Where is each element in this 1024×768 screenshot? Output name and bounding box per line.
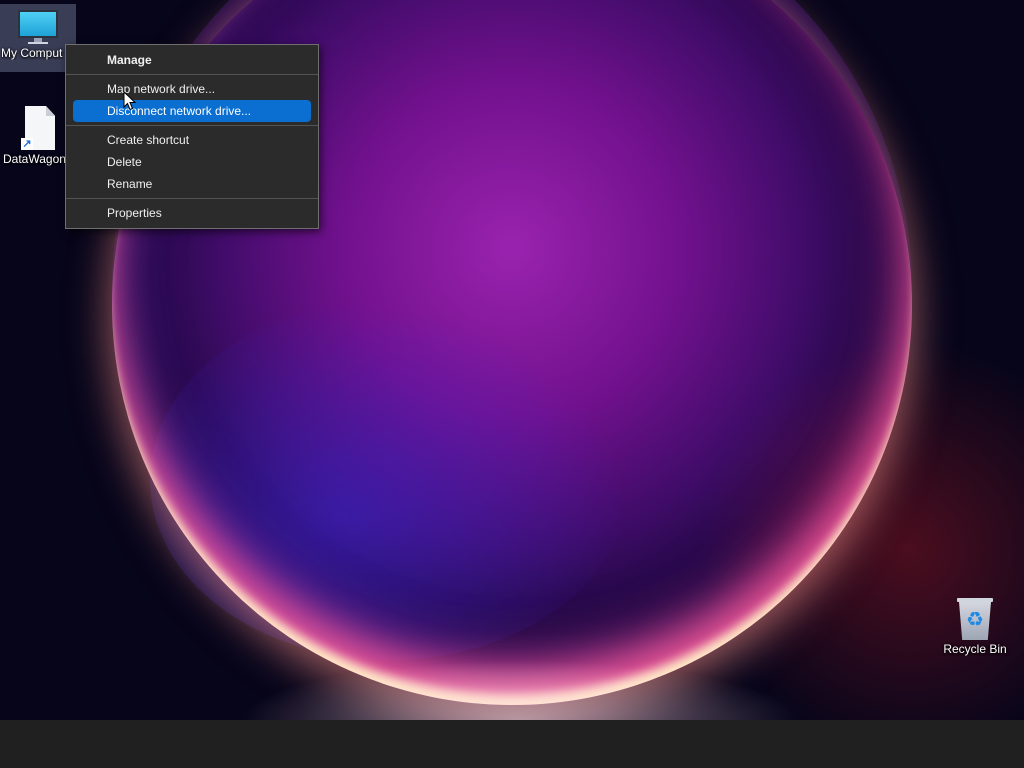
menu-item-delete[interactable]: Delete	[73, 151, 311, 173]
context-menu: Manage Map network drive... Disconnect n…	[65, 44, 319, 229]
menu-separator	[66, 198, 318, 199]
mouse-cursor-icon	[123, 91, 137, 111]
menu-separator	[66, 74, 318, 75]
recycle-bin-icon: ♻	[957, 598, 993, 640]
wallpaper-bottom-glow	[240, 660, 800, 720]
menu-item-disconnect-network-drive[interactable]: Disconnect network drive...	[73, 100, 311, 122]
menu-item-map-network-drive[interactable]: Map network drive...	[73, 78, 311, 100]
shortcut-file-icon: ↗	[21, 106, 55, 150]
shortcut-arrow-icon: ↗	[21, 138, 33, 150]
computer-monitor-icon	[18, 10, 58, 44]
desktop-icon-recycle-bin[interactable]: ♻ Recycle Bin	[937, 596, 1013, 664]
desktop-icon-label: Recycle Bin	[943, 642, 1007, 656]
desktop-icon-label: My Comput	[1, 46, 63, 60]
desktop-icon-label: DataWagon	[3, 152, 66, 166]
menu-item-create-shortcut[interactable]: Create shortcut	[73, 129, 311, 151]
menu-item-properties[interactable]: Properties	[73, 202, 311, 224]
menu-item-rename[interactable]: Rename	[73, 173, 311, 195]
desktop[interactable]: My Comput ↗ DataWagon ♻ Recycle Bin Mana…	[0, 0, 1024, 720]
taskbar[interactable]	[0, 720, 1024, 768]
menu-item-manage[interactable]: Manage	[73, 49, 311, 71]
menu-separator	[66, 125, 318, 126]
